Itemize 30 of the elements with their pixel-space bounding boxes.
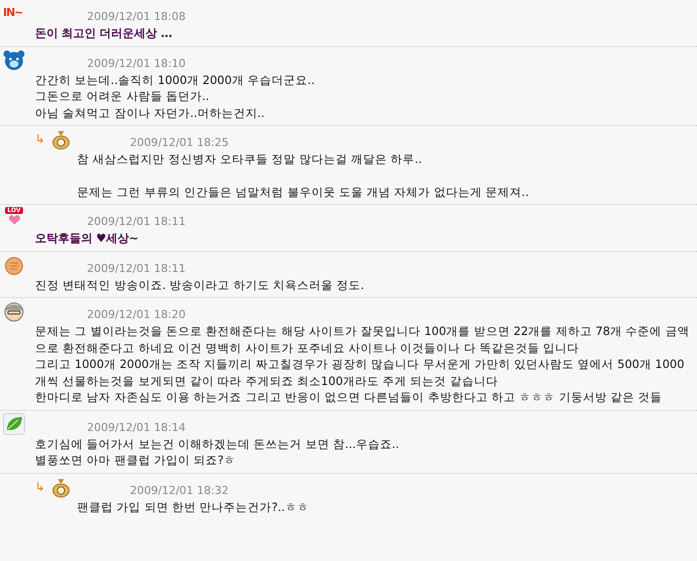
avatar-logo: IN~: [3, 5, 24, 21]
comment-text: 아님 술쳐먹고 잠이나 자던가..머하는건지..: [35, 104, 266, 121]
comment-text: 진정 변태적인 방송이죠. 방송이라고 하기도 치욕스러울 정도.: [35, 276, 366, 293]
comment-text: 그리고 1000개 2000개는 조작 지들끼리 짜고칠경우가 굉장히 많습니다 무서운게 가만히 있던사람도 옆에서 500개 1000개씩 선물하는것을 보게되면 같이 따라 주게되죠 최소100개라도 주게 되는것 같습니다: [35, 356, 686, 389]
comment-text: 문제는 그 별이라는것을 돈으로 환전해준다는 해당 사이트가 잘못입니다 100개를 받으면 22개를 제하고 78개 수준에 금액으로 환전해준다고 하네요 이건 명백히 사이트가 포주네요 사이트나 이것들이나 다 똑같은것들 입니다: [35, 323, 690, 356]
comment-text: 그돈으로 어려운 사람들 돕던가..: [35, 88, 210, 104]
comment-date: 2009/12/01 18:11: [87, 215, 186, 229]
comment-date: 2009/12/01 18:32: [130, 484, 229, 498]
leaf-icon: [3, 412, 25, 434]
heart-icon: [8, 214, 20, 226]
comment-text: 간간히 보는데..솔직히 1000개 2000개 우습더군요..: [35, 72, 316, 88]
reply-arrow: ↳: [35, 132, 46, 146]
comment-text: 돈이 최고인 더러운세상 ...: [35, 25, 174, 42]
person-icon: [3, 300, 25, 322]
comment-text: 호기심에 들어가서 보는건 이해하겠는데 돈쓰는거 보면 참...우습죠..: [35, 436, 400, 452]
comment-text: 오탁후들의 ♥세상~: [35, 230, 139, 246]
comment-text: 문제는 그런 부류의 인간들은 넘말처럼 불우이웃 도울 개념 자체가 없다는게 문제져..: [77, 184, 530, 200]
comment-date: 2009/12/01 18:14: [87, 420, 186, 434]
comment-date: 2009/12/01 18:20: [87, 308, 186, 322]
comment-text: 별풍쏘면 아마 팬클럽 가입이 되죠?ㅎ: [35, 452, 237, 468]
comment-date: 2009/12/01 18:10: [87, 56, 186, 70]
reply-arrow: ↳: [35, 480, 46, 494]
money-bag-icon: [50, 128, 72, 150]
comment-text: 참 새삼스럽지만 정신병자 오타쿠들 정말 많다는걸 깨달은 하루..: [77, 151, 423, 168]
comment-text: 팬클럽 가입 되면 한번 만나주는건가?..ㅎㅎ: [77, 498, 310, 515]
comment-text: 한마디로 남자 자존심도 이용 하는거죠 그리고 반응이 없으면 다른넘들이 추방한다고 하고 ㅎㅎㅎ 기둥서방 같은 것들: [35, 389, 664, 406]
comment-date: 2009/12/01 18:08: [87, 10, 186, 24]
comment-date: 2009/12/01 18:11: [87, 262, 186, 276]
comment-date: 2009/12/01 18:25: [130, 136, 229, 150]
bear-icon: [3, 48, 25, 70]
